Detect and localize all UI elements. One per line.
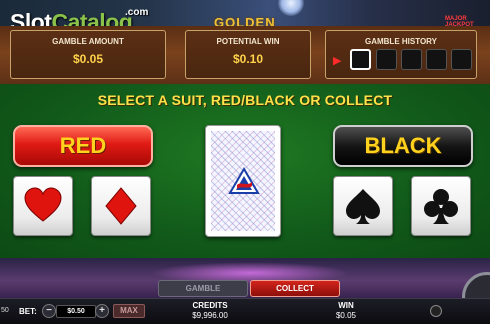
- club-icon: [424, 189, 458, 224]
- credits-label: CREDITS: [192, 301, 228, 310]
- history-slot: [376, 49, 397, 70]
- gamble-amount-box: GAMBLE AMOUNT $0.05: [10, 30, 166, 79]
- collect-button[interactable]: COLLECT: [250, 280, 340, 297]
- gamble-tab[interactable]: GAMBLE: [158, 280, 248, 297]
- credits-value: $9,996.00: [192, 311, 228, 320]
- settings-icon[interactable]: [430, 305, 442, 317]
- max-bet-button[interactable]: MAX: [113, 304, 145, 318]
- potential-win-box: POTENTIAL WIN $0.10: [185, 30, 311, 79]
- heart-button[interactable]: [13, 176, 73, 236]
- gamble-amount-label: GAMBLE AMOUNT: [52, 37, 124, 46]
- history-slot: [426, 49, 447, 70]
- face-down-card: [205, 125, 281, 237]
- side-value: 50: [1, 307, 9, 314]
- gamble-amount-value: $0.05: [72, 52, 104, 66]
- history-slot: [350, 49, 371, 70]
- spade-button[interactable]: [333, 176, 393, 236]
- history-arrow-icon: ▶: [333, 55, 342, 67]
- history-slot: [401, 49, 422, 70]
- gamble-history-label: GAMBLE HISTORY: [364, 37, 437, 46]
- spade-icon: [346, 189, 380, 224]
- card-logo-icon: [228, 167, 260, 194]
- win-label: WIN: [338, 301, 354, 310]
- bet-plus-button[interactable]: +: [95, 304, 109, 318]
- bet-minus-button[interactable]: −: [42, 304, 56, 318]
- potential-win-label: POTENTIAL WIN: [216, 37, 280, 46]
- gamble-prompt: SELECT A SUIT, RED/BLACK OR COLLECT: [97, 92, 393, 108]
- bet-value: $0.50: [56, 305, 96, 318]
- win-value: $0.05: [335, 311, 357, 320]
- watermark-suffix: .com: [125, 7, 149, 18]
- history-slot: [451, 49, 472, 70]
- black-button[interactable]: BLACK: [333, 125, 473, 167]
- heart-icon: [24, 187, 62, 222]
- bet-label: BET:: [19, 307, 37, 316]
- club-button[interactable]: [411, 176, 471, 236]
- red-button[interactable]: RED: [13, 125, 153, 167]
- diamond-button[interactable]: [91, 176, 151, 236]
- diamond-icon: [105, 187, 137, 225]
- potential-win-value: $0.10: [232, 52, 264, 66]
